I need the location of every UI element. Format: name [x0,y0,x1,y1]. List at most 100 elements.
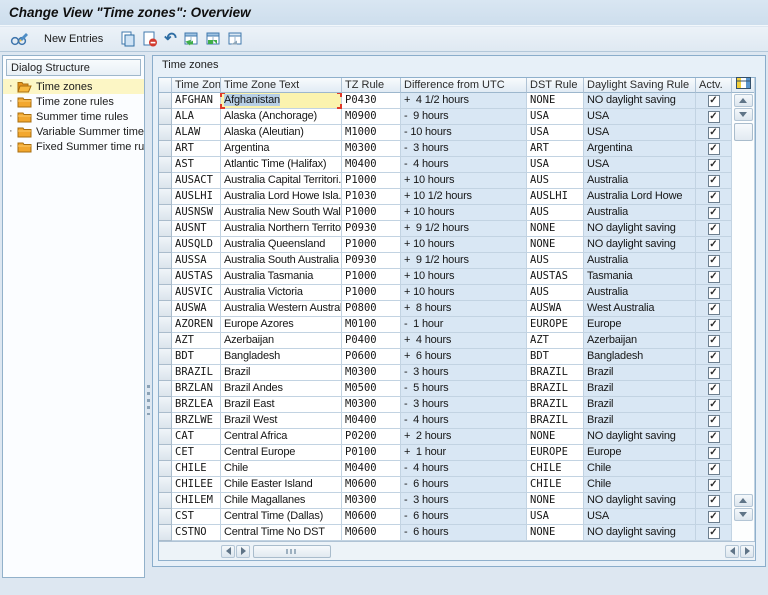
active-checkbox[interactable]: ✓ [708,223,720,235]
cell-tz-rule[interactable]: P1000 [342,269,401,285]
cell-time-zone[interactable]: CAT [172,429,221,445]
cell-time-zone-text[interactable]: Australia Lord Howe Isla.. [221,189,342,205]
cell-tz-rule[interactable]: M0300 [342,493,401,509]
header-time-zone[interactable]: Time Zone [172,78,221,93]
active-checkbox[interactable]: ✓ [708,111,720,123]
scroll-down-button[interactable] [734,108,753,121]
cell-tz-rule[interactable]: P0430 [342,93,401,109]
row-selector[interactable] [159,109,172,125]
cell-time-zone[interactable]: CHILEM [172,493,221,509]
active-checkbox[interactable]: ✓ [708,127,720,139]
row-selector[interactable] [159,157,172,173]
cell-tz-rule[interactable]: P1000 [342,285,401,301]
active-checkbox[interactable]: ✓ [708,495,720,507]
cell-time-zone[interactable]: ART [172,141,221,157]
active-checkbox[interactable]: ✓ [708,511,720,523]
row-selector[interactable] [159,493,172,509]
cell-tz-rule[interactable]: M0100 [342,317,401,333]
active-checkbox[interactable]: ✓ [708,463,720,475]
cell-dst-rule[interactable]: CHILE [527,461,584,477]
active-checkbox[interactable]: ✓ [708,431,720,443]
cell-time-zone-text[interactable]: Australia New South Wal.. [221,205,342,221]
cell-dst-rule[interactable]: NONE [527,93,584,109]
row-selector[interactable] [159,269,172,285]
cell-time-zone[interactable]: ALA [172,109,221,125]
row-selector[interactable] [159,173,172,189]
active-checkbox[interactable]: ✓ [708,207,720,219]
cell-dst-rule[interactable]: NONE [527,493,584,509]
cell-tz-rule[interactable]: M0600 [342,477,401,493]
cell-time-zone-text[interactable]: Australia Queensland [221,237,342,253]
horizontal-scrollbar[interactable] [159,541,755,560]
cell-dst-rule[interactable]: NONE [527,429,584,445]
active-checkbox[interactable]: ✓ [708,527,720,539]
cell-tz-rule[interactable]: P0930 [342,253,401,269]
copy-as-icon[interactable] [117,29,139,49]
cell-time-zone[interactable]: AUSNSW [172,205,221,221]
cell-dst-rule[interactable]: AUSLHI [527,189,584,205]
active-checkbox[interactable]: ✓ [708,447,720,459]
cell-time-zone-text[interactable]: Atlantic Time (Halifax) [221,157,342,173]
cell-time-zone-text[interactable]: Chile Easter Island [221,477,342,493]
cell-time-zone-text[interactable]: Argentina [221,141,342,157]
cell-time-zone-text[interactable]: Central Africa [221,429,342,445]
cell-dst-rule[interactable]: NONE [527,525,584,541]
active-checkbox[interactable]: ✓ [708,319,720,331]
cell-time-zone[interactable]: AUSWA [172,301,221,317]
cell-dst-rule[interactable]: USA [527,109,584,125]
active-checkbox[interactable]: ✓ [708,287,720,299]
scroll-down-bottom-button[interactable] [734,508,753,521]
row-selector[interactable] [159,349,172,365]
cell-dst-rule[interactable]: CHILE [527,477,584,493]
row-selector[interactable] [159,477,172,493]
row-selector[interactable] [159,525,172,541]
cell-dst-rule[interactable]: AUS [527,173,584,189]
cell-time-zone[interactable]: CHILEE [172,477,221,493]
display-change-toggle-icon[interactable] [7,29,32,49]
cell-time-zone-text[interactable]: Chile Magallanes [221,493,342,509]
new-entries-button[interactable]: New Entries [40,29,107,49]
active-checkbox[interactable]: ✓ [708,351,720,363]
cell-dst-rule[interactable]: AUS [527,285,584,301]
header-time-zone-text[interactable]: Time Zone Text [221,78,342,93]
cell-time-zone-text[interactable]: Brazil Andes [221,381,342,397]
row-selector[interactable] [159,253,172,269]
row-selector[interactable] [159,445,172,461]
active-checkbox[interactable]: ✓ [708,479,720,491]
cell-dst-rule[interactable]: AUSTAS [527,269,584,285]
cell-tz-rule[interactable]: P0930 [342,221,401,237]
cell-tz-rule[interactable]: M0400 [342,157,401,173]
row-selector[interactable] [159,189,172,205]
cell-dst-rule[interactable]: EUROPE [527,317,584,333]
cell-time-zone-text[interactable]: Australia Capital Territori.. [221,173,342,189]
row-selector[interactable] [159,413,172,429]
cell-time-zone[interactable]: CHILE [172,461,221,477]
cell-time-zone[interactable]: AST [172,157,221,173]
cell-time-zone[interactable]: AUSVIC [172,285,221,301]
cell-tz-rule[interactable]: M0900 [342,109,401,125]
scroll-up-bottom-button[interactable] [734,494,753,507]
row-selector[interactable] [159,141,172,157]
header-row-selector[interactable] [159,78,172,93]
cell-time-zone-text[interactable]: Australia Victoria [221,285,342,301]
cell-time-zone[interactable]: CET [172,445,221,461]
cell-tz-rule[interactable]: M0300 [342,397,401,413]
cell-dst-rule[interactable]: USA [527,509,584,525]
active-checkbox[interactable]: ✓ [708,383,720,395]
cell-time-zone[interactable]: AUSTAS [172,269,221,285]
cell-tz-rule[interactable]: M0400 [342,413,401,429]
scroll-right-button[interactable] [236,545,250,558]
vertical-scroll-thumb[interactable] [734,123,753,141]
vertical-scrollbar[interactable] [732,78,755,541]
row-selector[interactable] [159,461,172,477]
cell-dst-rule[interactable]: EUROPE [527,445,584,461]
cell-tz-rule[interactable]: M1000 [342,125,401,141]
cell-time-zone-text[interactable]: Central Europe [221,445,342,461]
table-settings-icon[interactable] [736,76,751,94]
select-block-icon[interactable] [202,29,224,49]
cell-tz-rule[interactable]: P1030 [342,189,401,205]
active-checkbox[interactable]: ✓ [708,367,720,379]
cell-time-zone-text[interactable]: Central Time (Dallas) [221,509,342,525]
cell-tz-rule[interactable]: P0600 [342,349,401,365]
row-selector[interactable] [159,125,172,141]
